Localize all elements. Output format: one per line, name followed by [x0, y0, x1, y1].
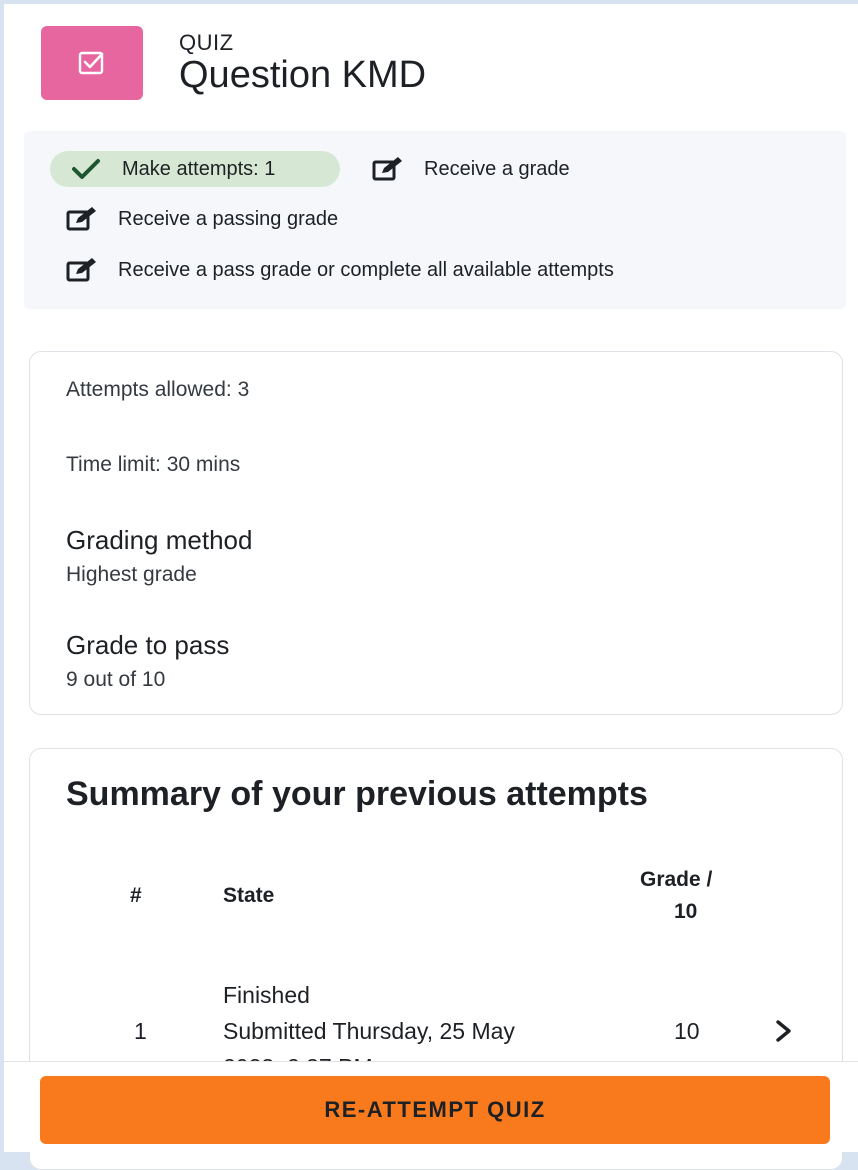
quiz-info-card: Attempts allowed: 3 Time limit: 30 mins … [29, 351, 843, 715]
attempts-allowed: Attempts allowed: 3 [66, 378, 250, 401]
column-header-state: State [223, 884, 275, 907]
footer-bar: RE-ATTEMPT QUIZ [4, 1061, 858, 1152]
grade-to-pass-value: 9 out of 10 [66, 668, 166, 691]
time-limit: Time limit: 30 mins [66, 453, 241, 476]
summary-title: Summary of your previous attempts [66, 775, 648, 813]
check-icon [68, 156, 104, 182]
page: QUIZ Question KMD Make attempts: 1 Recei… [4, 4, 858, 1170]
grading-method-value: Highest grade [66, 563, 197, 586]
attempt-number: 1 [134, 1018, 147, 1044]
grading-method-label: Grading method [66, 525, 253, 555]
grade-to-pass-label: Grade to pass [66, 630, 230, 660]
condition-label: Receive a pass grade or complete all ava… [118, 258, 614, 281]
condition-label: Receive a passing grade [118, 207, 339, 230]
quiz-edit-icon [41, 26, 143, 100]
condition-receive-grade: Receive a grade [370, 156, 570, 182]
completion-conditions: Make attempts: 1 Receive a grade Receive… [24, 131, 846, 309]
edit-icon [64, 257, 100, 283]
column-header-number: # [130, 884, 142, 907]
attempt-grade: 10 [674, 1018, 700, 1044]
column-header-grade: Grade / [640, 868, 713, 891]
attempt-state: Finished [223, 982, 310, 1008]
column-header-grade-max: 10 [674, 900, 698, 923]
chevron-right-icon[interactable] [774, 1019, 794, 1048]
page-title: Question KMD [179, 54, 427, 96]
condition-label: Receive a grade [424, 157, 570, 180]
re-attempt-quiz-button[interactable]: RE-ATTEMPT QUIZ [40, 1076, 830, 1144]
activity-type-label: QUIZ [179, 30, 234, 55]
condition-pass-or-complete: Receive a pass grade or complete all ava… [64, 257, 614, 283]
condition-make-attempts: Make attempts: 1 [68, 156, 275, 182]
edit-icon [370, 156, 406, 182]
condition-receive-passing-grade: Receive a passing grade [64, 206, 338, 232]
condition-label: Make attempts: 1 [122, 157, 276, 180]
attempt-submitted: Submitted Thursday, 25 May [223, 1018, 515, 1044]
edit-icon [64, 206, 100, 232]
